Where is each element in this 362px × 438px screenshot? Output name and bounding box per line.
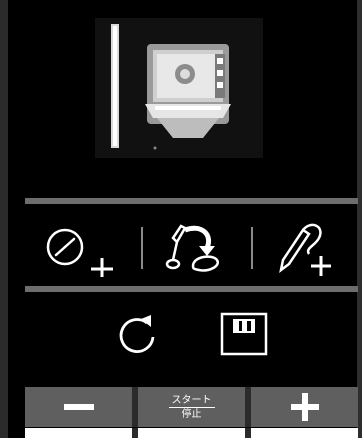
save-icon [220, 312, 268, 356]
minus-button[interactable] [25, 387, 132, 427]
refresh-icon [119, 315, 155, 353]
minus-icon [63, 404, 94, 410]
preview-image[interactable] [95, 18, 263, 158]
refresh-button[interactable] [112, 310, 162, 360]
draw-stroke-icon [165, 224, 220, 272]
draw-stroke-button[interactable] [160, 220, 230, 276]
save-button[interactable] [218, 310, 270, 358]
add-timer-button[interactable] [42, 222, 122, 278]
add-timer-icon [46, 228, 113, 277]
plus-icon [290, 393, 319, 421]
label-divider [168, 406, 215, 408]
divider [141, 227, 143, 269]
strip-gap [132, 428, 138, 438]
start-stop-button[interactable]: スタート 停止 [138, 387, 245, 427]
plus-button[interactable] [251, 387, 358, 427]
strip-gap [245, 428, 251, 438]
preview-graphic [95, 18, 263, 158]
separator-middle [25, 286, 358, 292]
bottom-strip [25, 428, 358, 438]
divider [251, 227, 253, 269]
separator-top [25, 198, 358, 204]
start-stop-label: スタート 停止 [168, 394, 215, 420]
add-pen-icon [279, 223, 331, 276]
stop-label: 停止 [181, 408, 202, 420]
bottom-bar: スタート 停止 [25, 387, 358, 427]
add-pen-button[interactable] [272, 220, 342, 278]
right-edge [357, 0, 362, 438]
start-label: スタート [171, 394, 212, 406]
